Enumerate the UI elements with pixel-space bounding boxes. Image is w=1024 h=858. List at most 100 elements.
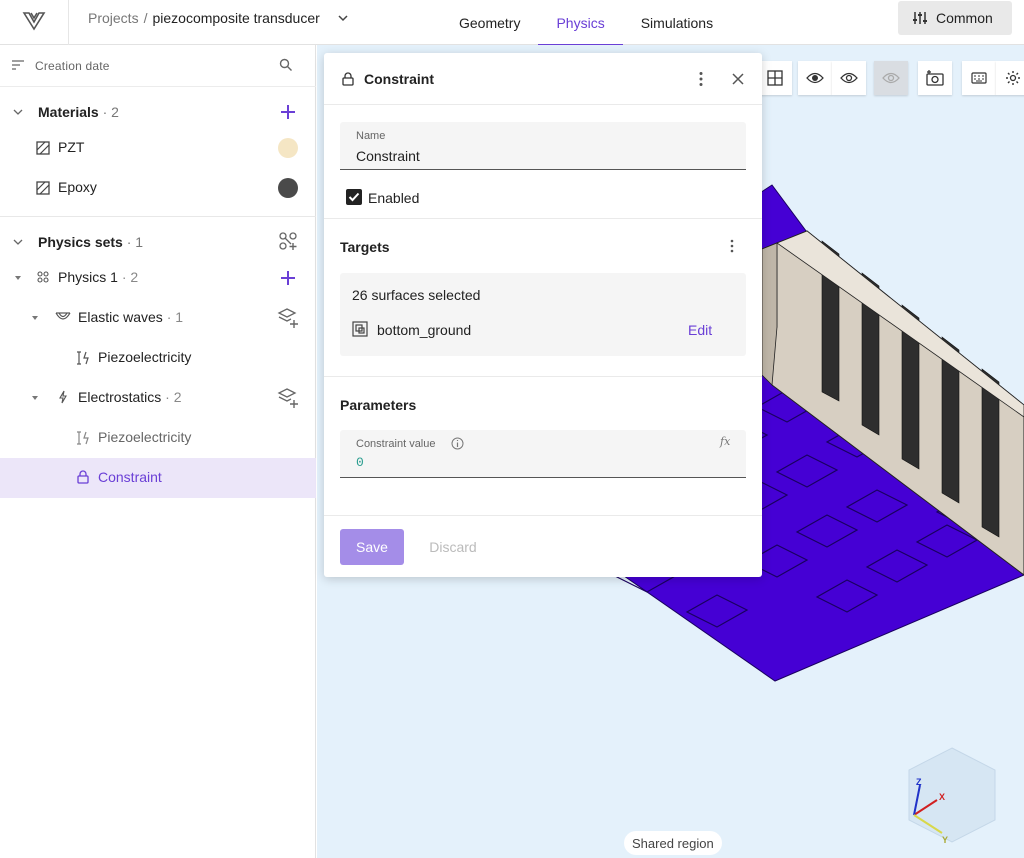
eye-outline-icon — [840, 72, 858, 84]
sort-row[interactable]: Creation date — [0, 45, 316, 87]
panel-divider — [324, 376, 762, 377]
name-field[interactable]: Name Constraint — [340, 122, 746, 170]
electro-piezoelectricity-item[interactable]: Piezoelectricity — [0, 418, 316, 458]
piezoelectricity-label: Piezoelectricity — [98, 349, 192, 365]
materials-section-header[interactable]: Materials · 2 — [0, 91, 316, 131]
panel-header: Constraint — [324, 53, 762, 105]
add-material-icon[interactable] — [279, 103, 297, 121]
grid-icon — [767, 70, 783, 86]
constraint-label: Constraint — [98, 469, 162, 485]
sidebar: Creation date Materials · 2 PZT Epoxy Ph… — [0, 45, 316, 858]
hide-button[interactable] — [874, 61, 908, 95]
close-icon[interactable] — [732, 73, 744, 85]
piezoelectricity-label: Piezoelectricity — [98, 429, 192, 445]
parameters-title: Parameters — [340, 397, 417, 413]
enabled-checkbox[interactable] — [346, 189, 362, 205]
common-label: Common — [936, 10, 993, 26]
tab-geometry[interactable]: Geometry — [441, 0, 538, 45]
constraint-value-field[interactable]: Constraint value 0 fx — [340, 430, 746, 478]
lightning-icon — [59, 390, 67, 404]
material-item-pzt[interactable]: PZT — [0, 128, 316, 168]
gear-icon — [1006, 71, 1020, 85]
coupling-icon — [77, 431, 89, 445]
chevron-down-icon[interactable] — [13, 107, 23, 117]
lock-icon — [342, 72, 354, 86]
keyboard-shortcuts-button[interactable] — [962, 61, 996, 95]
add-physics-set-icon[interactable] — [278, 231, 298, 251]
camera-add-icon — [926, 70, 944, 86]
panel-divider — [324, 218, 762, 219]
viewport-toolbar-group-1 — [758, 61, 792, 95]
discard-button[interactable]: Discard — [418, 529, 488, 565]
function-icon[interactable]: fx — [720, 435, 730, 448]
search-icon[interactable] — [279, 58, 293, 72]
keyboard-icon — [971, 72, 987, 84]
elastic-waves-item[interactable]: Elastic waves · 1 — [0, 298, 316, 338]
sort-icon[interactable] — [12, 60, 24, 70]
show-all-button[interactable] — [832, 61, 866, 95]
viewport-toolbar-group-3 — [874, 61, 908, 95]
grid-view-button[interactable] — [758, 61, 792, 95]
material-hatch-icon — [36, 141, 50, 155]
caret-down-icon[interactable] — [13, 273, 23, 283]
add-layer-icon[interactable] — [277, 307, 299, 329]
edit-targets-button[interactable]: Edit — [688, 322, 712, 338]
material-color-swatch[interactable] — [278, 138, 298, 158]
caret-down-icon[interactable] — [30, 313, 40, 323]
chevron-down-icon[interactable] — [13, 237, 23, 247]
constraint-value-input[interactable]: 0 — [356, 455, 364, 470]
name-field-label: Name — [356, 130, 386, 142]
sliders-icon — [913, 12, 927, 24]
axis-z-label: Z — [916, 777, 922, 787]
add-physics-icon[interactable] — [279, 269, 297, 287]
physics-icon — [37, 271, 49, 283]
caret-down-icon[interactable] — [30, 393, 40, 403]
breadcrumb-projects[interactable]: Projects — [88, 10, 139, 26]
axis-x-label: X — [939, 792, 945, 802]
common-button[interactable]: Common — [898, 1, 1012, 35]
main-tabs: Geometry Physics Simulations — [441, 0, 731, 46]
more-options-icon[interactable] — [698, 71, 704, 87]
constraint-panel: Constraint Name Constraint Enabled Targe… — [324, 53, 762, 577]
chevron-down-icon[interactable] — [337, 12, 349, 24]
tab-simulations[interactable]: Simulations — [623, 0, 731, 45]
electrostatics-label: Electrostatics · 2 — [78, 389, 182, 405]
breadcrumb-separator: / — [143, 10, 148, 26]
axis-y-label: Y — [942, 835, 948, 845]
info-icon[interactable] — [451, 437, 464, 450]
target-item-label: bottom_ground — [377, 322, 472, 338]
show-selected-button[interactable] — [798, 61, 832, 95]
viewport-toolbar-group-2 — [798, 61, 866, 95]
viewport-settings-button[interactable] — [996, 61, 1024, 95]
targets-summary: 26 surfaces selected — [352, 287, 481, 303]
targets-box: 26 surfaces selected bottom_ground Edit — [340, 273, 746, 356]
enabled-label: Enabled — [368, 190, 420, 206]
electrostatics-item[interactable]: Electrostatics · 2 — [0, 378, 316, 418]
physics-sets-section-header[interactable]: Physics sets · 1 — [0, 221, 316, 261]
elastic-piezoelectricity-item[interactable]: Piezoelectricity — [0, 338, 316, 378]
add-layer-icon[interactable] — [277, 387, 299, 409]
screenshot-button[interactable] — [918, 61, 952, 95]
physics-sets-title: Physics sets · 1 — [38, 234, 144, 250]
material-label: PZT — [58, 139, 85, 155]
eye-hidden-icon — [882, 72, 900, 84]
shared-region-label: Shared region — [624, 831, 722, 855]
material-item-epoxy[interactable]: Epoxy — [0, 168, 316, 208]
breadcrumb-project-name[interactable]: piezocomposite transducer — [152, 10, 319, 26]
physics-1-item[interactable]: Physics 1 · 2 — [0, 258, 316, 298]
targets-more-icon[interactable] — [729, 239, 735, 253]
save-button[interactable]: Save — [340, 529, 404, 565]
logo-divider — [68, 0, 69, 45]
axis-gizmo[interactable]: X Z Y — [902, 745, 1002, 845]
tab-physics[interactable]: Physics — [538, 0, 623, 46]
coupling-icon — [77, 351, 89, 365]
panel-title: Constraint — [364, 71, 434, 87]
eye-icon — [806, 72, 824, 84]
name-field-value[interactable]: Constraint — [356, 148, 420, 164]
material-color-swatch[interactable] — [278, 178, 298, 198]
section-divider — [0, 216, 316, 217]
material-hatch-icon — [36, 181, 50, 195]
constraint-item[interactable]: Constraint — [0, 458, 316, 498]
checkmark-icon — [348, 192, 360, 202]
app-logo-icon[interactable] — [22, 9, 46, 33]
